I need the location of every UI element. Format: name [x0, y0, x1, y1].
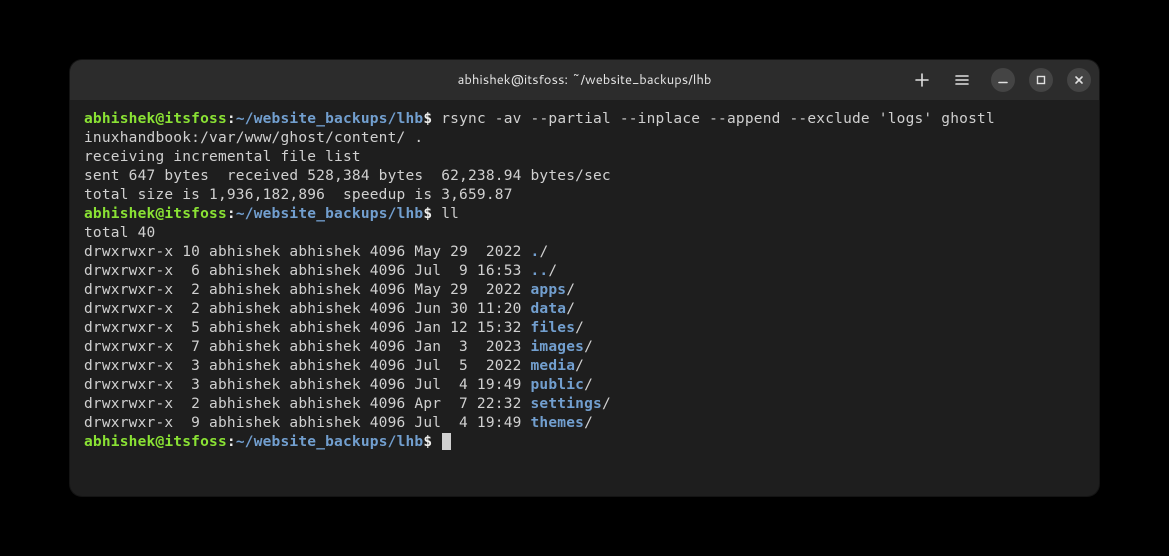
- new-tab-button[interactable]: [913, 71, 931, 89]
- file-name: ..: [531, 263, 549, 279]
- output-line: total 40: [84, 224, 1085, 243]
- command-text: [432, 434, 441, 450]
- file-suffix: /: [584, 339, 593, 355]
- file-name: apps: [531, 282, 567, 298]
- file-name: data: [531, 301, 567, 317]
- menu-button[interactable]: [953, 71, 971, 89]
- file-stat: drwxrwxr-x 3 abhishek abhishek 4096 Jul …: [84, 377, 531, 393]
- file-stat: drwxrwxr-x 2 abhishek abhishek 4096 Jun …: [84, 301, 531, 317]
- file-name: themes: [531, 415, 585, 431]
- command-line: abhishek@itsfoss:~/website_backups/lhb$ …: [84, 110, 1085, 129]
- file-stat: drwxrwxr-x 7 abhishek abhishek 4096 Jan …: [84, 339, 531, 355]
- file-stat: drwxrwxr-x 2 abhishek abhishek 4096 May …: [84, 282, 531, 298]
- close-button[interactable]: [1067, 68, 1091, 92]
- list-item: drwxrwxr-x 2 abhishek abhishek 4096 May …: [84, 281, 1085, 300]
- command-line: abhishek@itsfoss:~/website_backups/lhb$: [84, 433, 1085, 452]
- command-text: ll: [432, 206, 459, 222]
- command-line: abhishek@itsfoss:~/website_backups/lhb$ …: [84, 205, 1085, 224]
- minimize-icon: [997, 74, 1009, 86]
- prompt-path: ~/website_backups/lhb: [236, 434, 424, 450]
- file-suffix: /: [548, 263, 557, 279]
- file-stat: drwxrwxr-x 9 abhishek abhishek 4096 Jul …: [84, 415, 531, 431]
- list-item: drwxrwxr-x 10 abhishek abhishek 4096 May…: [84, 243, 1085, 262]
- titlebar: abhishek@itsfoss: ~/website_backups/lhb: [70, 60, 1099, 100]
- file-name: files: [531, 320, 576, 336]
- hamburger-icon: [954, 72, 970, 88]
- file-suffix: /: [584, 415, 593, 431]
- output-line: total size is 1,936,182,896 speedup is 3…: [84, 186, 1085, 205]
- prompt-user-host: abhishek@itsfoss: [84, 434, 227, 450]
- prompt-sep: :: [227, 206, 236, 222]
- prompt-path: ~/website_backups/lhb: [236, 111, 424, 127]
- list-item: drwxrwxr-x 2 abhishek abhishek 4096 Jun …: [84, 300, 1085, 319]
- file-name: images: [531, 339, 585, 355]
- file-suffix: /: [602, 396, 611, 412]
- maximize-icon: [1035, 74, 1047, 86]
- file-suffix: /: [566, 282, 575, 298]
- list-item: drwxrwxr-x 5 abhishek abhishek 4096 Jan …: [84, 319, 1085, 338]
- plus-icon: [914, 72, 930, 88]
- prompt-sep: :: [227, 434, 236, 450]
- file-name: settings: [531, 396, 602, 412]
- prompt-dollar: $: [423, 434, 432, 450]
- prompt-path: ~/website_backups/lhb: [236, 206, 424, 222]
- prompt-sep: :: [227, 111, 236, 127]
- list-item: drwxrwxr-x 9 abhishek abhishek 4096 Jul …: [84, 414, 1085, 433]
- file-stat: drwxrwxr-x 2 abhishek abhishek 4096 Apr …: [84, 396, 531, 412]
- file-suffix: /: [575, 358, 584, 374]
- list-item: drwxrwxr-x 3 abhishek abhishek 4096 Jul …: [84, 376, 1085, 395]
- window-title: abhishek@itsfoss: ~/website_backups/lhb: [458, 71, 712, 89]
- file-suffix: /: [575, 320, 584, 336]
- file-name: public: [531, 377, 585, 393]
- file-stat: drwxrwxr-x 5 abhishek abhishek 4096 Jan …: [84, 320, 531, 336]
- command-wrap: inuxhandbook:/var/www/ghost/content/ .: [84, 129, 1085, 148]
- file-stat: drwxrwxr-x 10 abhishek abhishek 4096 May…: [84, 244, 531, 260]
- terminal-window: abhishek@itsfoss: ~/website_backups/lhb …: [70, 60, 1099, 496]
- file-name: media: [531, 358, 576, 374]
- output-line: sent 647 bytes received 528,384 bytes 62…: [84, 167, 1085, 186]
- file-suffix: /: [584, 377, 593, 393]
- titlebar-left-controls: [913, 71, 971, 89]
- file-suffix: /: [566, 301, 575, 317]
- cursor: [442, 433, 451, 450]
- command-text: rsync -av --partial --inplace --append -…: [432, 111, 995, 127]
- list-item: drwxrwxr-x 2 abhishek abhishek 4096 Apr …: [84, 395, 1085, 414]
- minimize-button[interactable]: [991, 68, 1015, 92]
- prompt-dollar: $: [423, 206, 432, 222]
- list-item: drwxrwxr-x 3 abhishek abhishek 4096 Jul …: [84, 357, 1085, 376]
- prompt-dollar: $: [423, 111, 432, 127]
- prompt-user-host: abhishek@itsfoss: [84, 111, 227, 127]
- file-stat: drwxrwxr-x 6 abhishek abhishek 4096 Jul …: [84, 263, 531, 279]
- window-controls: [991, 68, 1091, 92]
- file-suffix: /: [539, 244, 548, 260]
- file-stat: drwxrwxr-x 3 abhishek abhishek 4096 Jul …: [84, 358, 531, 374]
- prompt-user-host: abhishek@itsfoss: [84, 206, 227, 222]
- maximize-button[interactable]: [1029, 68, 1053, 92]
- output-line: receiving incremental file list: [84, 148, 1085, 167]
- terminal-output[interactable]: abhishek@itsfoss:~/website_backups/lhb$ …: [70, 100, 1099, 496]
- list-item: drwxrwxr-x 6 abhishek abhishek 4096 Jul …: [84, 262, 1085, 281]
- close-icon: [1073, 74, 1085, 86]
- list-item: drwxrwxr-x 7 abhishek abhishek 4096 Jan …: [84, 338, 1085, 357]
